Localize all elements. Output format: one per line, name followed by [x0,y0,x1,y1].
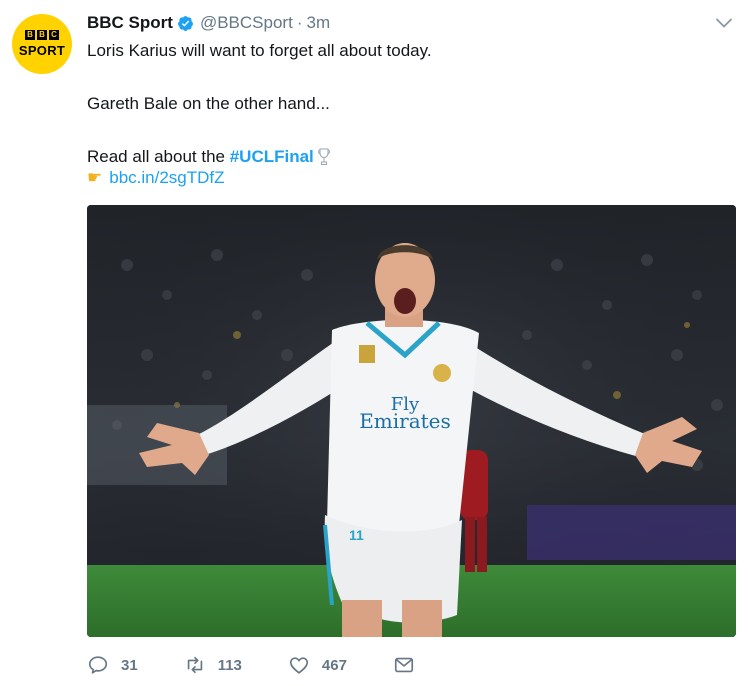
bbc-letter-c: C [49,30,59,40]
tweet-photo[interactable]: Fly Emirates 11 [87,205,736,637]
bbc-letter-b2: B [37,30,47,40]
tweet-line-prefix: Read all about the [87,147,230,166]
short-link[interactable]: bbc.in/2sgTDfZ [109,168,224,188]
shirt-number: 11 [349,527,364,543]
timestamp[interactable]: 3m [306,13,330,33]
retweet-count: 113 [217,656,242,674]
shirt-sponsor-bottom: Emirates [359,409,451,433]
pointing-hand-icon: ☛ [87,168,103,187]
avatar[interactable]: BBC SPORT [12,14,72,74]
tweet-line: Read all about the #UCLFinal [87,147,432,167]
trophy-icon [317,148,330,165]
reply-button[interactable]: 31 [87,654,138,676]
verified-icon [178,15,193,31]
action-bar: 31 113 467 [87,654,461,676]
like-button[interactable]: 467 [288,654,347,676]
display-name[interactable]: BBC Sport [87,13,173,33]
like-count: 467 [321,656,347,674]
tweet-line: Gareth Bale on the other hand... [87,94,330,113]
reply-count: 31 [121,656,138,674]
separator-dot: · [296,13,303,32]
tweet-line: Loris Karius will want to forget all abo… [87,41,432,60]
tweet-text: Loris Karius will want to forget all abo… [87,41,432,167]
hashtag-link[interactable]: #UCLFinal [230,147,314,166]
direct-message-button[interactable] [393,654,415,676]
bbc-logo: BBC [25,30,59,40]
retweet-icon [187,656,202,674]
tweet-header: BBC Sport @BBCSport · 3m [87,13,330,33]
reply-icon [88,656,108,674]
direct-message-icon [394,657,413,673]
bbc-letter-b1: B [25,30,35,40]
retweet-button[interactable]: 113 [184,654,242,676]
like-icon [289,657,308,674]
chevron-down-icon[interactable] [716,17,732,29]
celebration-photo: Fly Emirates 11 [87,205,736,637]
avatar-sport-text: SPORT [18,43,66,58]
link-line: ☛ bbc.in/2sgTDfZ [87,168,225,188]
handle[interactable]: @BBCSport [200,13,293,33]
